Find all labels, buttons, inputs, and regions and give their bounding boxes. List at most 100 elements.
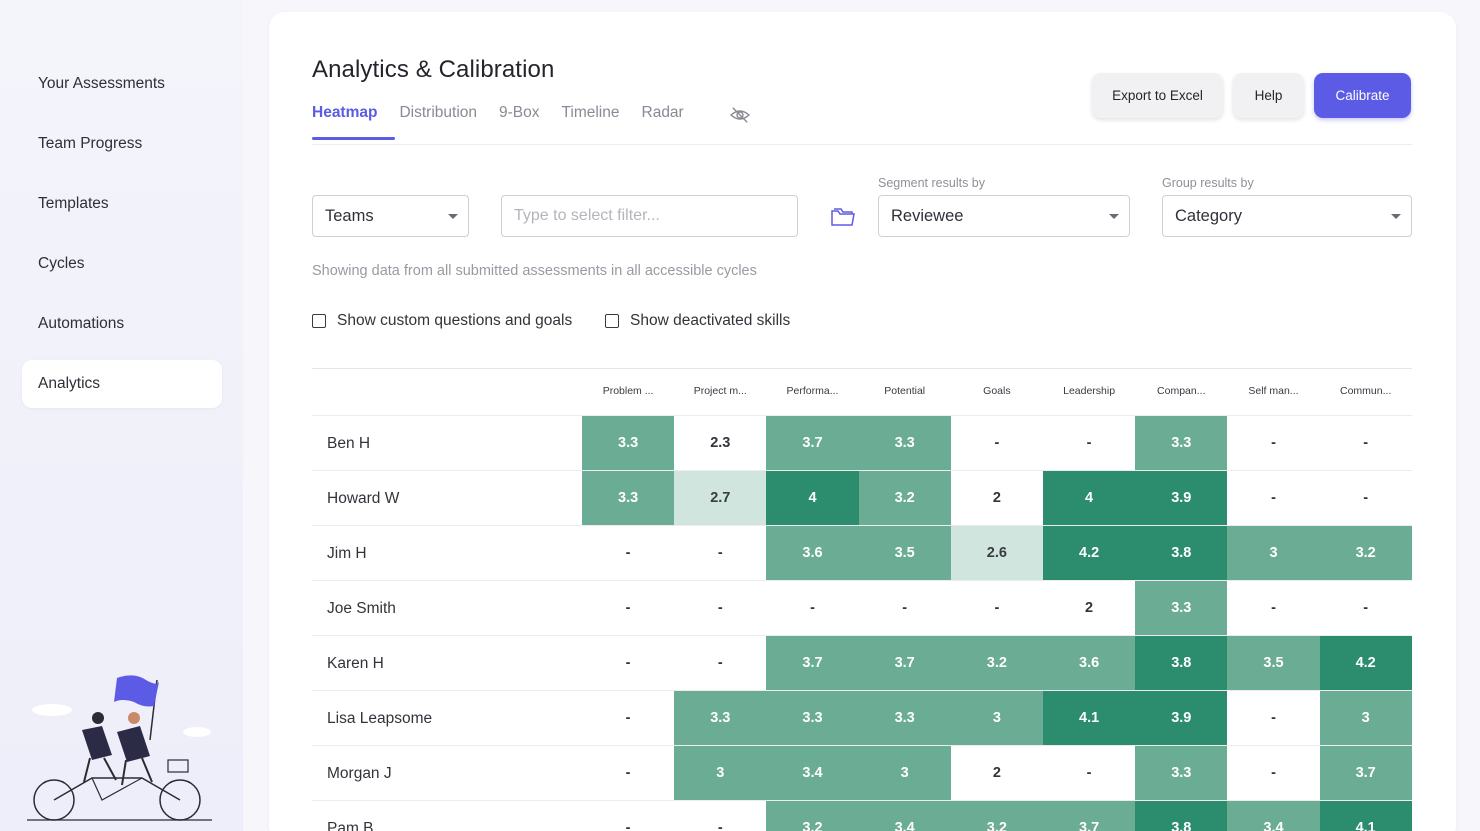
column-header[interactable]: Performa... [766,385,858,397]
show-deactivated-skills-checkbox[interactable]: Show deactivated skills [605,312,790,330]
heatmap-cell[interactable]: 2 [951,471,1043,525]
heatmap-cell[interactable]: 3.2 [950,636,1043,690]
heatmap-cell[interactable]: 3.2 [766,801,859,831]
heatmap-cell[interactable]: - [951,581,1043,635]
heatmap-cell[interactable]: 3.7 [1319,746,1412,800]
heatmap-cell[interactable]: - [1227,691,1319,745]
heatmap-cell[interactable]: 3 [1227,526,1320,580]
heatmap-cell[interactable]: - [1320,471,1412,525]
show-custom-questions-checkbox[interactable]: Show custom questions and goals [312,312,572,330]
column-header[interactable]: Goals [951,385,1043,397]
heatmap-cell[interactable]: - [582,526,674,580]
segment-select[interactable]: Reviewee [878,195,1130,237]
column-header[interactable]: Problem ... [582,385,674,397]
heatmap-cell[interactable]: - [674,801,766,831]
heatmap-cell[interactable]: 3.7 [1043,801,1136,831]
sidebar-item-cycles[interactable]: Cycles [22,240,222,288]
heatmap-cell[interactable]: 3.7 [858,636,951,690]
heatmap-cell[interactable]: 3.3 [858,691,951,745]
heatmap-cell[interactable]: - [582,636,674,690]
heatmap-cell[interactable]: - [859,581,951,635]
heatmap-cell[interactable]: 3 [1319,691,1412,745]
heatmap-cell[interactable]: 2.6 [950,526,1043,580]
heatmap-cell[interactable]: 3.2 [1319,526,1412,580]
heatmap-cell[interactable]: 3.8 [1135,636,1228,690]
column-header[interactable]: Commun... [1320,385,1412,397]
heatmap-cell[interactable]: 3 [674,746,767,800]
filter-input[interactable] [501,195,798,237]
heatmap-cell[interactable]: - [951,416,1043,470]
column-header[interactable]: Self man... [1227,385,1319,397]
heatmap-cell[interactable]: - [674,526,766,580]
heatmap-cell[interactable]: 4.2 [1043,526,1136,580]
heatmap-cell[interactable]: 3.2 [858,471,951,525]
heatmap-cell[interactable]: - [1227,471,1319,525]
heatmap-cell[interactable]: 2 [1043,581,1135,635]
heatmap-cell[interactable]: 3.6 [1043,636,1136,690]
heatmap-cell[interactable]: - [1227,416,1319,470]
tab-9-box[interactable]: 9-Box [499,104,540,140]
heatmap-cell[interactable]: - [582,801,674,831]
heatmap-cell[interactable]: - [674,581,766,635]
eye-off-icon[interactable] [729,106,751,124]
heatmap-cell[interactable]: 3.4 [858,801,951,831]
heatmap-cell[interactable]: 4.1 [1043,691,1136,745]
tab-timeline[interactable]: Timeline [562,104,620,140]
heatmap-cell[interactable]: 3.7 [766,416,859,470]
export-to-excel-button[interactable]: Export to Excel [1092,73,1223,118]
heatmap-cell[interactable]: 3.4 [1227,801,1320,831]
heatmap-cell[interactable]: - [582,691,674,745]
checkbox-box[interactable] [312,314,326,328]
group-select[interactable]: Category [1162,195,1412,237]
heatmap-cell[interactable]: - [1320,416,1412,470]
heatmap-cell[interactable]: - [766,581,858,635]
folder-icon[interactable] [830,206,856,228]
heatmap-cell[interactable]: 3.7 [766,636,859,690]
tab-heatmap[interactable]: Heatmap [312,104,397,140]
help-button[interactable]: Help [1233,73,1304,118]
heatmap-cell[interactable]: 3 [950,691,1043,745]
heatmap-cell[interactable]: - [1043,746,1135,800]
heatmap-cell[interactable]: 3.9 [1135,471,1228,525]
tab-distribution[interactable]: Distribution [399,104,477,140]
heatmap-cell[interactable]: 4.2 [1319,636,1412,690]
column-header[interactable]: Leadership [1043,385,1135,397]
sidebar-item-your-assessments[interactable]: Your Assessments [22,60,222,108]
heatmap-cell[interactable]: 2 [951,746,1043,800]
heatmap-cell[interactable]: - [1227,581,1319,635]
sidebar-item-team-progress[interactable]: Team Progress [22,120,222,168]
heatmap-cell[interactable]: - [582,581,674,635]
heatmap-cell[interactable]: 3.3 [858,416,951,470]
heatmap-cell[interactable]: 3.3 [1135,581,1228,635]
tab-radar[interactable]: Radar [642,104,684,140]
heatmap-cell[interactable]: - [1320,581,1412,635]
sidebar-item-analytics[interactable]: Analytics [22,360,222,408]
heatmap-cell[interactable]: - [582,746,674,800]
heatmap-cell[interactable]: 3.5 [858,526,951,580]
column-header[interactable]: Potential [859,385,951,397]
heatmap-cell[interactable]: 3.3 [582,471,675,525]
heatmap-cell[interactable]: 3.8 [1135,526,1228,580]
heatmap-cell[interactable]: 3.3 [674,691,767,745]
heatmap-cell[interactable]: 3 [858,746,951,800]
heatmap-cell[interactable]: 2.3 [674,416,766,470]
heatmap-cell[interactable]: 4.1 [1319,801,1412,831]
heatmap-cell[interactable]: - [1043,416,1135,470]
heatmap-cell[interactable]: 3.3 [582,416,675,470]
heatmap-cell[interactable]: 3.3 [1135,416,1228,470]
heatmap-cell[interactable]: 4 [766,471,859,525]
heatmap-cell[interactable]: 3.8 [1135,801,1228,831]
heatmap-cell[interactable]: 3.6 [766,526,859,580]
heatmap-cell[interactable]: - [674,636,766,690]
heatmap-cell[interactable]: 3.9 [1135,691,1228,745]
column-header[interactable]: Compan... [1135,385,1227,397]
teams-select[interactable]: Teams [312,195,469,237]
heatmap-cell[interactable]: 3.4 [766,746,859,800]
heatmap-cell[interactable]: 3.3 [766,691,859,745]
sidebar-item-automations[interactable]: Automations [22,300,222,348]
calibrate-button[interactable]: Calibrate [1314,73,1411,118]
heatmap-cell[interactable]: 3.5 [1227,636,1320,690]
column-header[interactable]: Project m... [674,385,766,397]
heatmap-cell[interactable]: 3.3 [1135,746,1228,800]
heatmap-cell[interactable]: 4 [1043,471,1136,525]
